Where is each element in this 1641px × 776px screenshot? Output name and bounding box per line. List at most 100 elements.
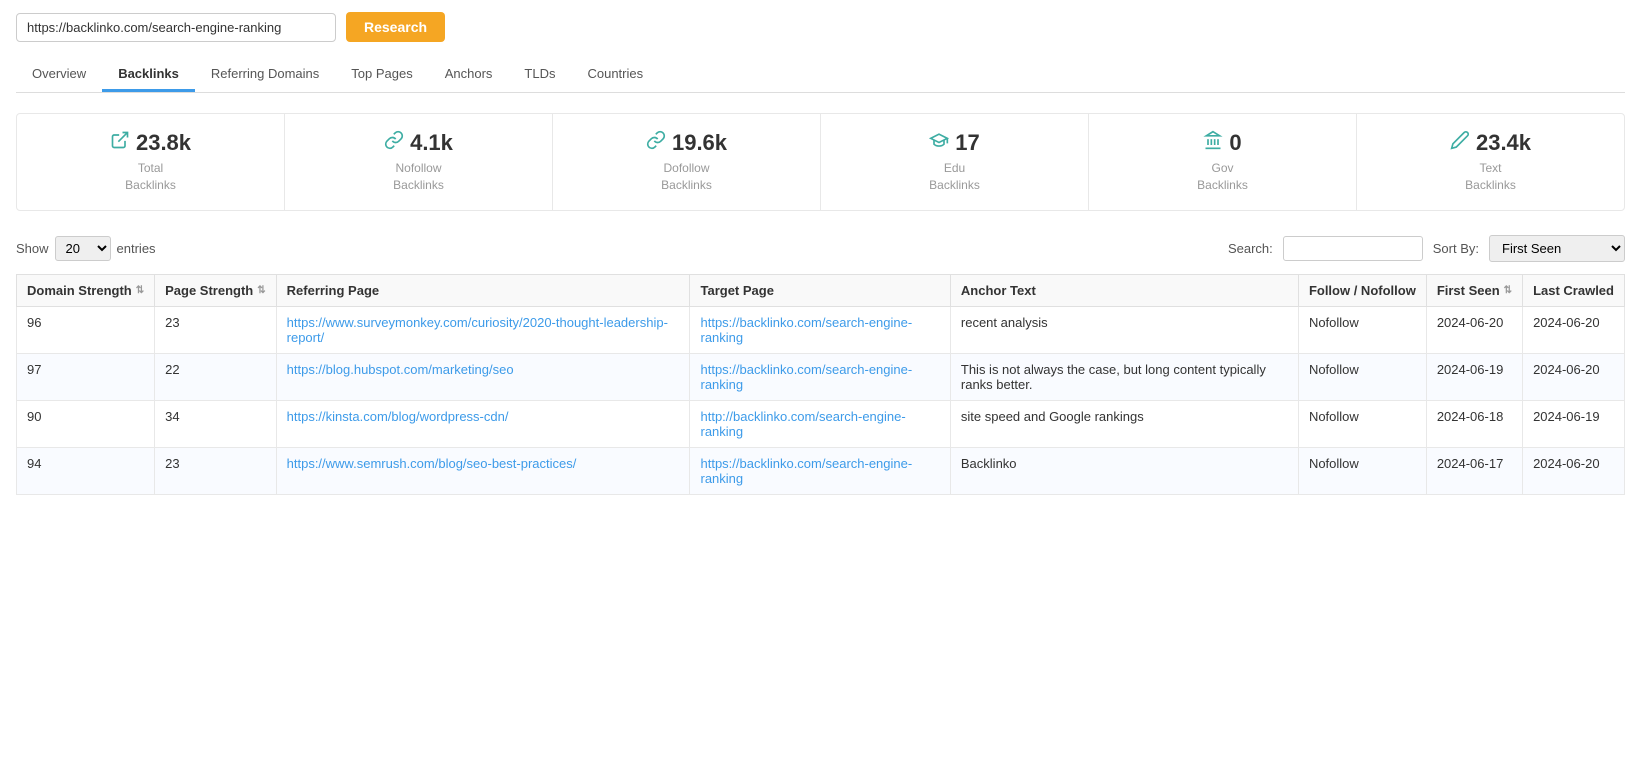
col-header-follow-nofollow: Follow / Nofollow — [1298, 274, 1426, 306]
stat-card-3: 17 EduBacklinks — [821, 114, 1089, 210]
domain-strength-cell: 94 — [17, 447, 155, 494]
sort-by-label: Sort By: — [1433, 241, 1479, 256]
stat-icon-2 — [646, 130, 666, 156]
show-label: Show — [16, 241, 49, 256]
domain-strength-cell: 97 — [17, 353, 155, 400]
table-row: 9423 https://www.semrush.com/blog/seo-bes… — [17, 447, 1625, 494]
target-page-link[interactable]: http://backlinko.com/search-engine-ranki… — [700, 409, 905, 439]
anchor-text-cell: Backlinko — [950, 447, 1298, 494]
stat-icon-5 — [1450, 130, 1470, 156]
col-header-page-strength[interactable]: Page Strength ⇅ — [155, 274, 277, 306]
referring-page-cell[interactable]: https://www.semrush.com/blog/seo-best-pr… — [276, 447, 690, 494]
search-sort-control: Search: Sort By: First SeenLast CrawledD… — [1228, 235, 1625, 262]
stat-value-2: 19.6k — [573, 130, 800, 156]
page-strength-cell: 22 — [155, 353, 277, 400]
first-seen-cell: 2024-06-20 — [1426, 306, 1522, 353]
url-input[interactable] — [16, 13, 336, 42]
stat-card-1: 4.1k NofollowBacklinks — [285, 114, 553, 210]
stat-card-5: 23.4k TextBacklinks — [1357, 114, 1624, 210]
table-row: 9034 https://kinsta.com/blog/wordpress-cd… — [17, 400, 1625, 447]
sort-by-select[interactable]: First SeenLast CrawledDomain StrengthPag… — [1489, 235, 1625, 262]
anchor-text-cell: site speed and Google rankings — [950, 400, 1298, 447]
search-input[interactable] — [1283, 236, 1423, 261]
stat-card-0: 23.8k TotalBacklinks — [17, 114, 285, 210]
last-crawled-cell: 2024-06-20 — [1523, 353, 1625, 400]
stat-card-2: 19.6k DofollowBacklinks — [553, 114, 821, 210]
follow-nofollow-cell: Nofollow — [1298, 306, 1426, 353]
stat-number-1: 4.1k — [410, 130, 453, 156]
page-strength-cell: 23 — [155, 447, 277, 494]
col-header-target-page: Target Page — [690, 274, 950, 306]
stat-icon-0 — [110, 130, 130, 156]
stat-value-0: 23.8k — [37, 130, 264, 156]
referring-page-link[interactable]: https://www.semrush.com/blog/seo-best-pr… — [287, 456, 577, 471]
stat-label-1: NofollowBacklinks — [305, 160, 532, 194]
target-page-link[interactable]: https://backlinko.com/search-engine-rank… — [700, 362, 912, 392]
table-row: 9623https://www.surveymonkey.com/curiosi… — [17, 306, 1625, 353]
domain-strength-cell: 96 — [17, 306, 155, 353]
target-page-cell[interactable]: https://backlinko.com/search-engine-rank… — [690, 306, 950, 353]
stat-value-1: 4.1k — [305, 130, 532, 156]
nav-tab-backlinks[interactable]: Backlinks — [102, 58, 195, 92]
follow-nofollow-cell: Nofollow — [1298, 400, 1426, 447]
nav-tabs: OverviewBacklinksReferring DomainsTop Pa… — [16, 58, 1625, 93]
stat-icon-1 — [384, 130, 404, 156]
nav-tab-tlds[interactable]: TLDs — [508, 58, 571, 92]
stat-label-3: EduBacklinks — [841, 160, 1068, 194]
referring-page-link[interactable]: https://www.surveymonkey.com/curiosity/2… — [287, 315, 668, 345]
col-header-domain-strength[interactable]: Domain Strength ⇅ — [17, 274, 155, 306]
controls-row: Show 102050100 entries Search: Sort By: … — [16, 235, 1625, 262]
stat-number-4: 0 — [1229, 130, 1241, 156]
stat-label-0: TotalBacklinks — [37, 160, 264, 194]
target-page-cell[interactable]: http://backlinko.com/search-engine-ranki… — [690, 400, 950, 447]
stat-label-2: DofollowBacklinks — [573, 160, 800, 194]
search-label: Search: — [1228, 241, 1273, 256]
nav-tab-top-pages[interactable]: Top Pages — [335, 58, 428, 92]
referring-page-cell[interactable]: https://kinsta.com/blog/wordpress-cdn/ — [276, 400, 690, 447]
first-seen-cell: 2024-06-18 — [1426, 400, 1522, 447]
last-crawled-cell: 2024-06-20 — [1523, 306, 1625, 353]
nav-tab-referring-domains[interactable]: Referring Domains — [195, 58, 335, 92]
col-header-last-crawled: Last Crawled — [1523, 274, 1625, 306]
target-page-link[interactable]: https://backlinko.com/search-engine-rank… — [700, 456, 912, 486]
top-bar: Research — [16, 12, 1625, 42]
last-crawled-cell: 2024-06-19 — [1523, 400, 1625, 447]
stats-row: 23.8k TotalBacklinks 4.1k NofollowBackli… — [16, 113, 1625, 211]
stat-number-0: 23.8k — [136, 130, 191, 156]
referring-page-link[interactable]: https://kinsta.com/blog/wordpress-cdn/ — [287, 409, 509, 424]
show-select[interactable]: 102050100 — [55, 236, 111, 261]
research-button[interactable]: Research — [346, 12, 445, 42]
referring-page-cell[interactable]: https://www.surveymonkey.com/curiosity/2… — [276, 306, 690, 353]
nav-tab-overview[interactable]: Overview — [16, 58, 102, 92]
show-entries-control: Show 102050100 entries — [16, 236, 156, 261]
anchor-text-cell: recent analysis — [950, 306, 1298, 353]
stat-icon-4 — [1203, 130, 1223, 156]
stat-number-2: 19.6k — [672, 130, 727, 156]
col-header-first-seen[interactable]: First Seen ⇅ — [1426, 274, 1522, 306]
backlinks-table: Domain Strength ⇅Page Strength ⇅Referrin… — [16, 274, 1625, 495]
target-page-link[interactable]: https://backlinko.com/search-engine-rank… — [700, 315, 912, 345]
nav-tab-countries[interactable]: Countries — [571, 58, 659, 92]
entries-label: entries — [117, 241, 156, 256]
follow-nofollow-cell: Nofollow — [1298, 353, 1426, 400]
first-seen-cell: 2024-06-19 — [1426, 353, 1522, 400]
first-seen-cell: 2024-06-17 — [1426, 447, 1522, 494]
target-page-cell[interactable]: https://backlinko.com/search-engine-rank… — [690, 353, 950, 400]
page-strength-cell: 34 — [155, 400, 277, 447]
follow-nofollow-cell: Nofollow — [1298, 447, 1426, 494]
stat-icon-3 — [929, 130, 949, 156]
target-page-cell[interactable]: https://backlinko.com/search-engine-rank… — [690, 447, 950, 494]
col-header-referring-page: Referring Page — [276, 274, 690, 306]
nav-tab-anchors[interactable]: Anchors — [429, 58, 509, 92]
referring-page-link[interactable]: https://blog.hubspot.com/marketing/seo — [287, 362, 514, 377]
referring-page-cell[interactable]: https://blog.hubspot.com/marketing/seo — [276, 353, 690, 400]
stat-label-4: GovBacklinks — [1109, 160, 1336, 194]
stat-number-3: 17 — [955, 130, 979, 156]
anchor-text-cell: This is not always the case, but long co… — [950, 353, 1298, 400]
stat-card-4: 0 GovBacklinks — [1089, 114, 1357, 210]
table-row: 9722 https://blog.hubspot.com/marketing/s… — [17, 353, 1625, 400]
stat-value-3: 17 — [841, 130, 1068, 156]
last-crawled-cell: 2024-06-20 — [1523, 447, 1625, 494]
domain-strength-cell: 90 — [17, 400, 155, 447]
stat-value-4: 0 — [1109, 130, 1336, 156]
